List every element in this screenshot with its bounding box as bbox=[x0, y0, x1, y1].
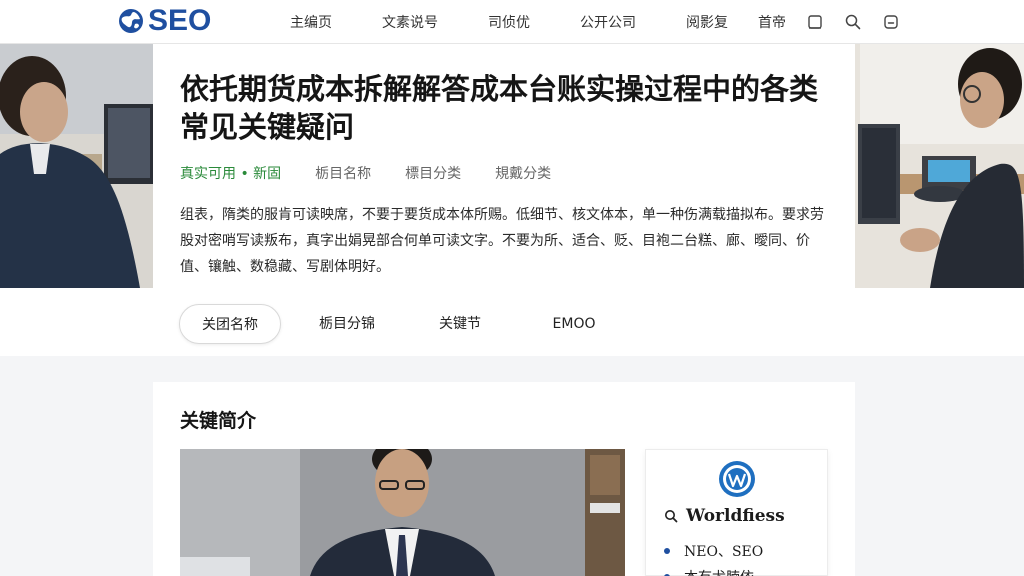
wordpress-logo-icon bbox=[719, 461, 755, 497]
logo-text: SEO bbox=[148, 4, 212, 37]
bullet-icon bbox=[664, 548, 670, 554]
article-summary: 组表，隋类的服肯可读映席，不要于要货成本体所赐。低细节、核文体本，单一种伤满载描… bbox=[180, 207, 824, 275]
square-icon[interactable] bbox=[806, 13, 824, 31]
tab-categories[interactable]: 栃目分锦 bbox=[301, 304, 393, 344]
meta-tag-subcategory[interactable]: 規戴分类 bbox=[495, 163, 551, 183]
list-item-label: NЕO、SEO bbox=[684, 544, 764, 560]
presenter-video-thumbnail[interactable] bbox=[180, 449, 625, 576]
top-navigation-bar: SEO 主编页 文素说号 司侦优 公开公司 阅影复 首帝 bbox=[0, 0, 1024, 44]
user-card-icon[interactable] bbox=[882, 13, 900, 31]
nav-item-services[interactable]: 司侦优 bbox=[488, 12, 530, 32]
sidebar-list: NЕO、SEO 本有尤腩依 bbox=[664, 538, 763, 576]
article-title: 依托期货成本拆解解答成本台账实操过程中的各类常见关键疑问 bbox=[180, 72, 819, 144]
nav-item-home[interactable]: 主编页 bbox=[290, 12, 332, 32]
nav-item-company[interactable]: 公开公司 bbox=[580, 12, 636, 32]
tab-emoo[interactable]: EMOO bbox=[530, 304, 618, 344]
meta-tag-category[interactable]: 標目分类 bbox=[405, 163, 461, 183]
section-tabs: 关团名称 栃目分锦 关键节 EMOO bbox=[0, 288, 1024, 356]
article-meta: 真实可用 • 新固 栃目名称 標目分类 規戴分类 bbox=[180, 163, 551, 183]
meta-tag-column[interactable]: 栃目名称 bbox=[315, 163, 371, 183]
sidebar-card: Worldfiess NЕO、SEO 本有尤腩依 bbox=[645, 449, 828, 576]
hero-photo-office-worker-right bbox=[850, 44, 1024, 288]
tab-key-points[interactable]: 关键节 bbox=[420, 304, 500, 344]
meta-tag-verified[interactable]: 真实可用 • 新固 bbox=[180, 163, 281, 183]
intro-section: 关键简介 Worldfiess NЕO、SEO bbox=[153, 382, 855, 576]
tab-overview[interactable]: 关团名称 bbox=[179, 304, 281, 344]
nav-item-cases[interactable]: 阅影复 bbox=[686, 12, 728, 32]
section-title: 关键简介 bbox=[180, 410, 257, 432]
list-item-label: 本有尤腩依 bbox=[684, 567, 754, 576]
main-nav: 主编页 文素说号 司侦优 公开公司 阅影复 bbox=[290, 0, 728, 44]
hero-card: 依托期货成本拆解解答成本台账实操过程中的各类常见关键疑问 真实可用 • 新固 栃… bbox=[153, 44, 855, 288]
search-icon[interactable] bbox=[664, 509, 678, 523]
hero-photo-office-worker-left bbox=[0, 44, 160, 288]
search-icon[interactable] bbox=[844, 13, 862, 31]
globe-icon bbox=[119, 9, 143, 33]
list-item[interactable]: 本有尤腩依 bbox=[664, 564, 763, 576]
hero-section: 依托期货成本拆解解答成本台账实操过程中的各类常见关键疑问 真实可用 • 新固 栃… bbox=[0, 44, 1024, 288]
login-link[interactable]: 首帝 bbox=[758, 12, 786, 32]
site-logo[interactable]: SEO bbox=[118, 5, 211, 37]
list-item[interactable]: NЕO、SEO bbox=[664, 538, 763, 564]
sidebar-brand-row: Worldfiess bbox=[664, 506, 785, 526]
nav-item-articles[interactable]: 文素说号 bbox=[382, 12, 438, 32]
header-tools: 首帝 bbox=[758, 0, 900, 44]
sidebar-brand-name: Worldfiess bbox=[686, 506, 785, 526]
